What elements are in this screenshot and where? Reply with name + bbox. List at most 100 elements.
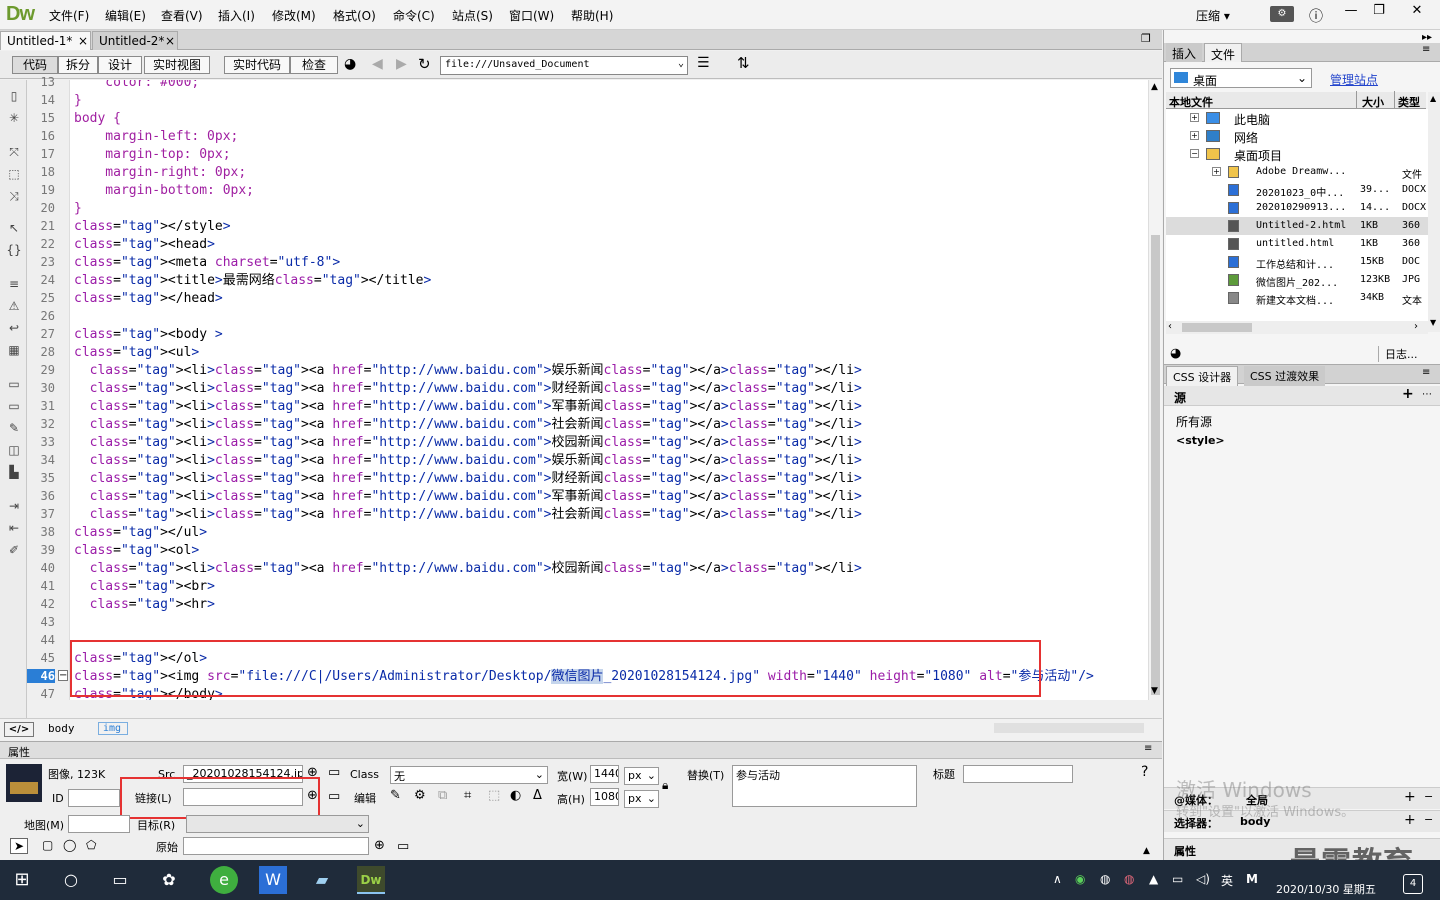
- notification-bell-icon[interactable]: ▲: [1149, 872, 1158, 886]
- panel-menu-icon[interactable]: ≡: [1422, 367, 1430, 378]
- scroll-down-icon[interactable]: ▼: [1430, 318, 1436, 327]
- close-icon[interactable]: ×: [165, 34, 175, 48]
- restore-button[interactable]: ❐: [1362, 0, 1396, 24]
- column-type[interactable]: 类型: [1398, 94, 1420, 110]
- lock-icon[interactable]: 🔒︎: [662, 778, 668, 793]
- outdent-icon[interactable]: ⇤: [6, 520, 22, 536]
- select-parent-tag-icon[interactable]: ↖: [6, 220, 22, 236]
- menu-insert[interactable]: 插入(I): [218, 7, 255, 24]
- qq-alt-icon[interactable]: ◍: [1124, 872, 1134, 886]
- collapse-tag-icon[interactable]: ⤧: [6, 144, 22, 160]
- files-horizontal-scrollbar[interactable]: ‹ ›: [1166, 321, 1428, 334]
- tab-css-transitions[interactable]: CSS 过渡效果: [1244, 366, 1326, 386]
- code-line[interactable]: class="tag"><li>class="tag"><a href="htt…: [74, 398, 862, 416]
- class-select[interactable]: 无 ⌄: [390, 766, 548, 784]
- tab-css-designer[interactable]: CSS 设计器: [1166, 366, 1239, 387]
- live-view-button[interactable]: 实时视图: [144, 56, 210, 74]
- site-location-select[interactable]: 桌面 ⌄: [1170, 68, 1312, 88]
- code-line[interactable]: margin-left: 0px;: [74, 128, 238, 146]
- volume-icon[interactable]: ◁): [1196, 872, 1210, 886]
- inspect-button[interactable]: 检查: [290, 56, 338, 74]
- edit-pencil-icon[interactable]: ✎: [390, 788, 401, 803]
- indent-icon[interactable]: ⇥: [6, 498, 22, 514]
- action-center-icon[interactable]: 4: [1403, 874, 1423, 894]
- scroll-down-icon[interactable]: ▼: [1151, 686, 1158, 696]
- source-all[interactable]: 所有源: [1176, 413, 1212, 430]
- alt-field[interactable]: 参与活动: [732, 765, 917, 807]
- code-line[interactable]: class="tag"></head>: [74, 290, 223, 308]
- close-icon[interactable]: ×: [78, 34, 88, 48]
- qq-icon[interactable]: ◍: [1100, 872, 1110, 886]
- tab-insert[interactable]: 插入: [1166, 43, 1203, 62]
- folder-icon[interactable]: ▭: [328, 765, 340, 780]
- fold-toggle-icon[interactable]: −: [58, 670, 68, 681]
- collapse-panel-icon[interactable]: ▸▸: [1422, 32, 1432, 43]
- menu-site[interactable]: 站点(S): [452, 7, 493, 24]
- ime-mode-icon[interactable]: M: [1246, 872, 1258, 886]
- highlight-invalid-icon[interactable]: ⚠: [6, 298, 22, 314]
- code-line[interactable]: }: [74, 92, 82, 110]
- design-view-button[interactable]: 设计: [98, 56, 142, 74]
- page-options-icon[interactable]: ☰: [697, 55, 710, 71]
- circle-hotspot-icon[interactable]: ◯: [63, 838, 76, 852]
- address-bar[interactable]: file:///Unsaved_Document ⌄: [440, 56, 688, 75]
- browser-360-icon[interactable]: e: [210, 866, 238, 894]
- tab-untitled-2[interactable]: Untitled-2* ×: [92, 31, 178, 50]
- pinwheel-app-icon[interactable]: ✿: [155, 866, 183, 894]
- width-field[interactable]: 1440: [590, 765, 619, 783]
- tab-untitled-1[interactable]: Untitled-1* ×: [0, 31, 91, 50]
- height-field[interactable]: 1080: [590, 788, 619, 806]
- resample-icon[interactable]: ⬚: [488, 788, 500, 803]
- code-line[interactable]: class="tag"></style>: [74, 218, 231, 236]
- scroll-up-icon[interactable]: ▲: [1151, 82, 1158, 92]
- code-vertical-scrollbar[interactable]: ▲ ▼: [1148, 80, 1162, 700]
- info-icon[interactable]: ⓘ: [1309, 6, 1323, 26]
- menu-edit[interactable]: 编辑(E): [105, 7, 146, 24]
- code-editor[interactable]: color: #000;} body { margin-left: 0px; ma…: [70, 80, 1148, 700]
- file-tree-item[interactable]: + Adobe Dreamw... 文件: [1166, 163, 1428, 181]
- original-field[interactable]: [183, 837, 369, 855]
- wechat-icon[interactable]: ◉: [1075, 872, 1085, 886]
- scroll-up-icon[interactable]: ▲: [1430, 94, 1436, 103]
- expand-icon[interactable]: +: [1212, 167, 1221, 176]
- balance-braces-icon[interactable]: {}: [6, 242, 22, 258]
- book-app-icon[interactable]: ▰: [308, 866, 336, 894]
- task-view-icon[interactable]: ▭: [106, 866, 134, 894]
- code-line[interactable]: class="tag"></ul>: [74, 524, 207, 542]
- back-arrow-icon[interactable]: ◀: [372, 56, 383, 72]
- recent-snippets-icon[interactable]: ◫: [6, 442, 22, 458]
- clock-date[interactable]: 2020/10/30 星期五: [1276, 881, 1376, 897]
- code-tag-icon[interactable]: </>: [4, 722, 34, 737]
- width-unit-select[interactable]: px ⌄: [624, 767, 659, 785]
- restore-doc-icon[interactable]: ❐: [1141, 32, 1151, 45]
- id-field[interactable]: [68, 789, 120, 807]
- word-wrap-icon[interactable]: ↩: [6, 320, 22, 336]
- edit-original-icon[interactable]: ⧉: [438, 788, 447, 803]
- scroll-thumb[interactable]: [1182, 323, 1252, 332]
- collapse-panel-icon[interactable]: ▲: [1143, 846, 1150, 856]
- file-tree-item[interactable]: − 桌面项目: [1166, 145, 1428, 163]
- remove-comment-icon[interactable]: ▭: [6, 398, 22, 414]
- ime-indicator[interactable]: 英: [1221, 872, 1233, 889]
- folder-icon[interactable]: ▭: [328, 789, 340, 804]
- wrap-tag-icon[interactable]: ✎: [6, 420, 22, 436]
- code-line[interactable]: margin-bottom: 0px;: [74, 182, 254, 200]
- tray-expand-icon[interactable]: ∧: [1053, 872, 1062, 886]
- open-documents-icon[interactable]: ▯: [6, 88, 22, 104]
- code-line[interactable]: class="tag"><li>class="tag"><a href="htt…: [74, 470, 862, 488]
- rectangle-hotspot-icon[interactable]: ▢: [42, 838, 53, 852]
- apply-comment-icon[interactable]: ▭: [6, 376, 22, 392]
- sort-arrows-icon[interactable]: ⇅: [737, 54, 750, 72]
- tag-img[interactable]: img: [98, 722, 129, 735]
- menu-help[interactable]: 帮助(H): [571, 7, 613, 24]
- code-line[interactable]: class="tag"><title>最需网络class="tag"></tit…: [74, 272, 431, 290]
- file-tree-item[interactable]: 新建文本文档... 34KB 文本: [1166, 289, 1428, 307]
- line-numbers-icon[interactable]: ≡: [6, 276, 22, 292]
- expand-icon[interactable]: +: [1190, 113, 1199, 122]
- code-line[interactable]: body {: [74, 110, 121, 128]
- column-local-files[interactable]: 本地文件: [1169, 94, 1213, 110]
- more-icon[interactable]: ⋯: [1422, 389, 1432, 400]
- menu-format[interactable]: 格式(O): [333, 7, 376, 24]
- folder-icon[interactable]: ▭: [397, 839, 409, 854]
- height-unit-select[interactable]: px ⌄: [624, 790, 659, 808]
